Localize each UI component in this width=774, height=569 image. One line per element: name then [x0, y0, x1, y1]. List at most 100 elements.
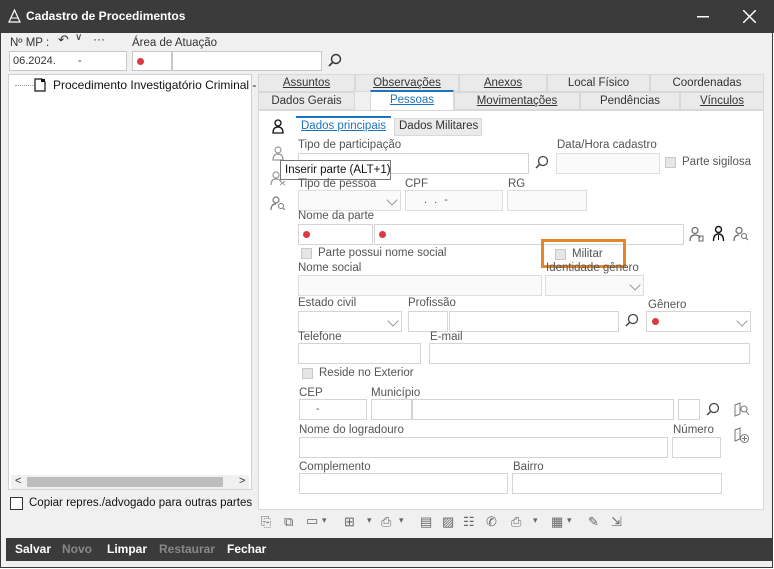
copy-icon[interactable]: ⧉: [284, 515, 293, 528]
printer-dropdown-icon[interactable]: ▾: [533, 516, 538, 525]
printer-icon[interactable]: ⎙: [511, 515, 521, 528]
identidade-genero-select[interactable]: [545, 275, 644, 296]
data-hora-input[interactable]: [556, 153, 660, 174]
novo-button[interactable]: Novo: [62, 542, 92, 556]
calendar-dropdown-icon[interactable]: ▾: [567, 516, 572, 525]
required-indicator: [379, 231, 386, 238]
scroll-right-icon[interactable]: >: [239, 475, 245, 487]
add-document-icon[interactable]: ⎘: [261, 515, 271, 528]
area-code-input[interactable]: [132, 51, 172, 71]
nome-parte-prefix-input[interactable]: [298, 224, 373, 245]
mp-value: 06.2024.: [13, 55, 56, 67]
contacts-icon[interactable]: ☷: [463, 515, 475, 528]
tab-label: Local Físico: [567, 77, 630, 89]
reside-exterior-checkbox[interactable]: [302, 368, 313, 379]
cep-input[interactable]: -: [299, 399, 367, 420]
profissao-label: Profissão: [408, 297, 456, 309]
tipo-pessoa-select[interactable]: [298, 190, 401, 211]
tab-assuntos[interactable]: Assuntos: [258, 74, 355, 92]
tab-dados-gerais[interactable]: Dados Gerais: [258, 92, 355, 110]
municipio-input[interactable]: [412, 399, 674, 420]
nome-social-input[interactable]: [298, 275, 542, 296]
municipio-code-input[interactable]: [371, 399, 412, 420]
required-indicator: [303, 231, 310, 238]
chevron-down-icon: [629, 279, 641, 291]
cpf-input[interactable]: . . -: [405, 190, 503, 211]
more-icon[interactable]: ···: [93, 33, 105, 45]
clipboard-icon[interactable]: ▤: [420, 515, 432, 528]
required-indicator: [137, 58, 144, 65]
phone-icon[interactable]: ✆: [486, 515, 497, 528]
tab-pendencias[interactable]: Pendências: [580, 92, 680, 110]
telefone-label: Telefone: [298, 331, 342, 343]
search-person-icon[interactable]: [270, 195, 286, 211]
tree-item[interactable]: Procedimento Investigatório Criminal -: [53, 78, 256, 92]
profissao-code-input[interactable]: [408, 311, 448, 332]
calendar-icon[interactable]: ▦: [551, 515, 563, 528]
hierarchy-dropdown-icon[interactable]: ▾: [367, 516, 372, 525]
document-icon: [34, 78, 46, 92]
tab-anexos[interactable]: Anexos: [459, 74, 547, 92]
uf-input[interactable]: [678, 399, 700, 420]
subtab-dados-militares[interactable]: Dados Militares: [394, 118, 482, 136]
logradouro-input[interactable]: [299, 437, 668, 458]
tab-vinculos[interactable]: Vínculos: [680, 92, 764, 110]
cep-label: CEP: [299, 387, 323, 399]
map-search-icon[interactable]: [733, 402, 750, 418]
copy-representative-checkbox[interactable]: [10, 497, 23, 510]
tab-movimentacoes[interactable]: Movimentações: [454, 92, 580, 110]
area-name-input[interactable]: [172, 51, 322, 71]
tab-coordenadas[interactable]: Coordenadas: [650, 74, 764, 92]
tab-pessoas[interactable]: Pessoas: [370, 90, 454, 112]
add-address-icon[interactable]: [733, 427, 750, 444]
restaurar-button[interactable]: Restaurar: [159, 542, 215, 556]
email-input[interactable]: [429, 343, 750, 364]
folder-dropdown-icon[interactable]: ▾: [322, 516, 327, 525]
scroll-left-icon[interactable]: <: [15, 475, 21, 487]
salvar-button[interactable]: Salvar: [15, 542, 51, 556]
person-detail-icon[interactable]: [689, 226, 704, 242]
bairro-input[interactable]: [512, 473, 722, 494]
tab-local-fisico[interactable]: Local Físico: [547, 74, 650, 92]
genero-select[interactable]: [646, 311, 751, 332]
rg-input[interactable]: [507, 190, 587, 211]
search-profissao-icon[interactable]: [625, 313, 639, 327]
search-icon[interactable]: [328, 53, 342, 67]
numero-input[interactable]: [672, 437, 721, 458]
estado-civil-select[interactable]: [298, 311, 402, 332]
search-participation-icon[interactable]: [535, 155, 549, 169]
close-icon[interactable]: [743, 10, 756, 23]
profissao-input[interactable]: [449, 311, 619, 332]
minimize-icon[interactable]: [697, 16, 709, 18]
print-dropdown-icon[interactable]: ▾: [399, 516, 404, 525]
horizontal-scrollbar[interactable]: < >: [11, 475, 249, 489]
limpar-button[interactable]: Limpar: [107, 542, 147, 556]
fechar-button[interactable]: Fechar: [227, 542, 266, 556]
person-add-icon[interactable]: [712, 225, 725, 242]
bottom-action-bar: Salvar Novo Limpar Restaurar Fechar: [6, 538, 772, 561]
nome-social-checkbox[interactable]: [301, 248, 312, 259]
complemento-input[interactable]: [299, 473, 508, 494]
telefone-input[interactable]: [298, 343, 421, 364]
parte-nome-social-label: Parte possui nome social: [318, 247, 447, 259]
edit-person-icon[interactable]: [271, 145, 285, 161]
mp-label: Nº MP :: [10, 37, 50, 49]
parte-sigilosa-checkbox[interactable]: [665, 157, 676, 168]
folder-icon[interactable]: ▭: [306, 514, 318, 527]
subtab-dados-principais[interactable]: Dados principais: [296, 116, 391, 136]
chevron-down-icon[interactable]: ∨: [75, 33, 82, 43]
image-icon[interactable]: ▨: [442, 515, 454, 528]
edit-document-icon[interactable]: ✎: [588, 515, 599, 528]
search-municipio-icon[interactable]: [706, 402, 720, 416]
mp-number-input[interactable]: 06.2024. -: [9, 51, 127, 71]
print-documents-icon[interactable]: ⎙: [381, 515, 391, 528]
insert-person-icon[interactable]: [271, 118, 285, 134]
person-search-icon[interactable]: [733, 226, 749, 242]
export-icon[interactable]: ⇲: [611, 515, 622, 528]
hierarchy-icon[interactable]: ⊞: [344, 515, 355, 528]
militar-checkbox[interactable]: [555, 249, 566, 260]
subtab-label: Dados principais: [301, 120, 387, 132]
scrollbar-thumb[interactable]: [27, 477, 223, 487]
nome-parte-input[interactable]: [374, 224, 684, 245]
undo-icon[interactable]: ↶: [58, 33, 69, 46]
